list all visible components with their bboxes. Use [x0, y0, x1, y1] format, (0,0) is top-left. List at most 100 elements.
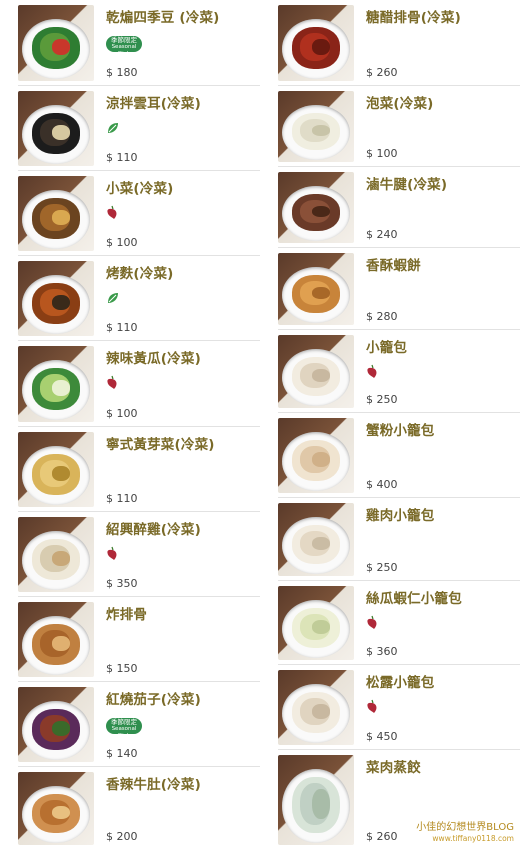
food-shape: [52, 210, 70, 225]
watermark-title: 小佳的幻想世界BLOG: [416, 822, 514, 833]
dish-name: 紅燒茄子(冷菜): [106, 692, 201, 708]
dish-photo[interactable]: [278, 253, 354, 325]
food-shape: [312, 206, 330, 217]
menu-item[interactable]: 蟹粉小籠包 $ 400: [260, 413, 520, 498]
food-shape: [312, 537, 330, 550]
dish-photo[interactable]: [278, 335, 354, 408]
dish-price: $ 110: [106, 321, 138, 334]
menu-item[interactable]: 雞肉小籠包 $ 250: [260, 498, 520, 581]
menu-item[interactable]: 烤麩(冷菜) $ 110: [0, 256, 260, 341]
dish-photo[interactable]: [18, 772, 94, 845]
food-shape: [312, 369, 330, 382]
menu-item[interactable]: 香酥蝦餅 $ 280: [260, 248, 520, 330]
dish-photo[interactable]: [278, 586, 354, 660]
food-shape: [52, 39, 70, 55]
dish-name: 辣味黃瓜(冷菜): [106, 351, 201, 367]
dish-name: 糖醋排骨(冷菜): [366, 10, 461, 26]
dish-price: $ 180: [106, 66, 138, 79]
dish-price: $ 260: [366, 66, 398, 79]
dish-photo[interactable]: [18, 346, 94, 422]
vegetarian-leaf-icon: [106, 290, 120, 304]
dish-price: $ 110: [106, 492, 138, 505]
spicy-chili-icon: [366, 615, 379, 630]
menu-item[interactable]: 香辣牛肚(冷菜) $ 200: [0, 767, 260, 850]
dish-price: $ 250: [366, 393, 398, 406]
dish-photo[interactable]: [18, 91, 94, 166]
dish-name: 蟹粉小籠包: [366, 423, 435, 439]
dish-photo[interactable]: [278, 172, 354, 243]
dish-price: $ 200: [106, 830, 138, 843]
menu-item[interactable]: 糖醋排骨(冷菜) $ 260: [260, 0, 520, 86]
blog-watermark: 小佳的幻想世界BLOG www.tiffany0118.com: [416, 822, 514, 844]
menu-item[interactable]: 泡菜(冷菜) $ 100: [260, 86, 520, 167]
menu-item[interactable]: 乾煸四季豆 (冷菜) $ 180 季節限定 Seasonal Dish: [0, 0, 260, 86]
dish-price: $ 100: [106, 407, 138, 420]
dish-photo[interactable]: [18, 5, 94, 81]
food-shape: [52, 380, 70, 396]
dish-photo[interactable]: [18, 261, 94, 336]
dish-photo[interactable]: [18, 176, 94, 251]
menu-item[interactable]: 辣味黃瓜(冷菜) $ 100: [0, 341, 260, 427]
dish-name: 小籠包: [366, 340, 408, 356]
spicy-chili-icon: [106, 546, 119, 561]
menu-item[interactable]: 小籠包 $ 250: [260, 330, 520, 413]
food-shape: [52, 721, 70, 736]
menu-item[interactable]: 絲瓜蝦仁小籠包 $ 360: [260, 581, 520, 665]
dish-name: 小菜(冷菜): [106, 181, 174, 197]
dish-photo[interactable]: [278, 91, 354, 162]
food-shape: [312, 452, 330, 467]
spicy-chili-icon: [106, 205, 119, 220]
food-shape: [312, 39, 330, 55]
food-shape: [312, 704, 330, 719]
dish-photo[interactable]: [18, 517, 94, 592]
dish-name: 乾煸四季豆 (冷菜): [106, 10, 220, 26]
menu-item[interactable]: 小菜(冷菜) $ 100: [0, 171, 260, 256]
dish-name: 泡菜(冷菜): [366, 96, 434, 112]
menu-item[interactable]: 松露小籠包 $ 450: [260, 665, 520, 750]
menu-item[interactable]: 寧式黃芽菜(冷菜) $ 110: [0, 427, 260, 512]
menu-item[interactable]: 炸排骨 $ 150: [0, 597, 260, 682]
vegetarian-leaf-icon: [106, 120, 120, 134]
dish-name: 絲瓜蝦仁小籠包: [366, 591, 462, 607]
dish-photo[interactable]: [18, 687, 94, 762]
seasonal-dish-badge: 季節限定 Seasonal Dish: [106, 36, 142, 57]
dish-price: $ 240: [366, 228, 398, 241]
menu-item[interactable]: 滷牛腱(冷菜) $ 240: [260, 167, 520, 248]
seasonal-badge-cn: 季節限定: [111, 36, 137, 44]
food-shape: [312, 125, 330, 136]
dish-name: 松露小籠包: [366, 675, 435, 691]
spicy-chili-icon: [106, 375, 119, 390]
dish-photo[interactable]: [278, 670, 354, 745]
dish-name: 菜肉蒸餃: [366, 760, 421, 776]
seasonal-dish-badge: 季節限定 Seasonal Dish: [106, 718, 142, 739]
dish-price: $ 110: [106, 151, 138, 164]
dish-name: 香酥蝦餅: [366, 258, 421, 274]
dish-photo[interactable]: [278, 418, 354, 493]
menu-item[interactable]: 紹興醉雞(冷菜) $ 350: [0, 512, 260, 597]
food-shape: [312, 287, 330, 299]
spicy-chili-icon: [366, 699, 379, 714]
dish-name: 滷牛腱(冷菜): [366, 177, 448, 193]
dish-price: $ 280: [366, 310, 398, 323]
menu-item[interactable]: 涼拌雲耳(冷菜) $ 110: [0, 86, 260, 171]
dish-price: $ 360: [366, 645, 398, 658]
dish-price: $ 400: [366, 478, 398, 491]
dish-name: 雞肉小籠包: [366, 508, 435, 524]
dish-photo[interactable]: [278, 5, 354, 81]
dish-name: 香辣牛肚(冷菜): [106, 777, 201, 793]
seasonal-badge-en: Seasonal Dish: [111, 726, 137, 739]
spicy-chili-icon: [366, 364, 379, 379]
menu-item[interactable]: 紅燒茄子(冷菜) $ 140 季節限定 Seasonal Dish: [0, 682, 260, 767]
dish-price: $ 260: [366, 830, 398, 843]
dish-photo[interactable]: [278, 755, 354, 845]
dish-name: 紹興醉雞(冷菜): [106, 522, 201, 538]
dish-photo[interactable]: [18, 602, 94, 677]
dish-name: 烤麩(冷菜): [106, 266, 174, 282]
food-shape: [52, 125, 70, 140]
food-shape: [52, 551, 70, 566]
dish-price: $ 100: [106, 236, 138, 249]
dish-price: $ 450: [366, 730, 398, 743]
food-shape: [312, 789, 330, 819]
dish-photo[interactable]: [18, 432, 94, 507]
dish-photo[interactable]: [278, 503, 354, 576]
